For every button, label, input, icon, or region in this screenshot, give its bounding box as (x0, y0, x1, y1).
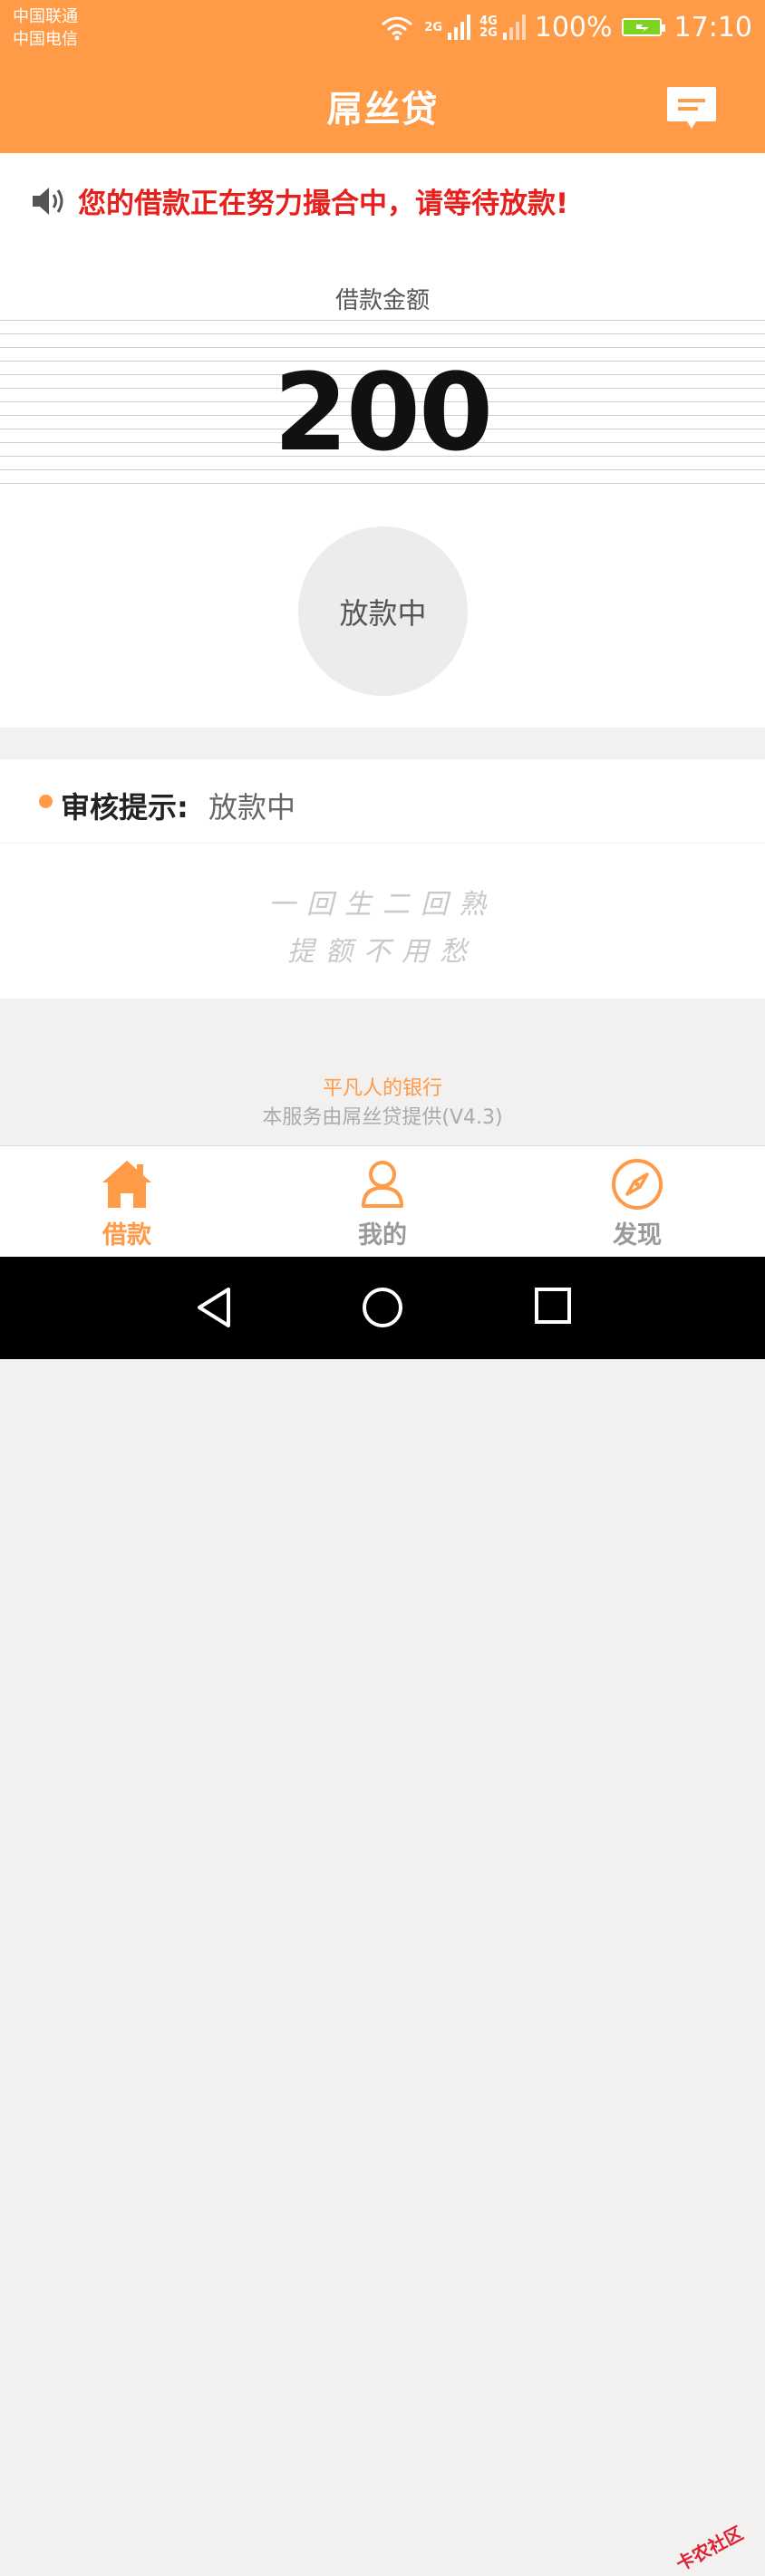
notice-text: 您的借款正在努力撮合中，请等待放款! (78, 188, 569, 220)
tab-discover-label: 发现 (613, 1221, 662, 1249)
review-row: 审核提示: 放款中 (0, 759, 765, 843)
speaker-icon (33, 187, 63, 215)
system-nav-bar: 卡农社区 (0, 1257, 765, 2575)
carrier-2: 中国电信 (13, 30, 78, 49)
slogan-line-1: 一回生二回熟 (268, 889, 497, 921)
battery-percent: 100% (534, 11, 613, 43)
app-title: 屌丝贷 (326, 89, 439, 130)
notice-bar: 您的借款正在努力撮合中，请等待放款! (31, 180, 568, 221)
user-icon (362, 1161, 403, 1208)
slogan-line-2: 提额不用愁 (287, 936, 478, 968)
amount-label: 借款金额 (334, 287, 430, 314)
carrier-1: 中国联通 (13, 7, 78, 26)
footer-note: 本服务由屌丝贷提供(V4.3) (262, 1106, 503, 1129)
clock: 17:10 (673, 11, 752, 43)
tab-bar: 借款 我的 发现 (0, 1145, 765, 1258)
network-type-2-bottom: 2G (479, 26, 498, 40)
tab-discover[interactable]: 发现 (547, 1157, 728, 1250)
tab-loan[interactable]: 借款 (36, 1157, 218, 1250)
review-value: 放款中 (208, 790, 296, 825)
signal-icon-1 (448, 14, 471, 40)
carrier-list: 中国联通 中国电信 (13, 5, 78, 51)
loan-panel: 您的借款正在努力撮合中，请等待放款! 借款金额 200 放款中 (0, 153, 765, 728)
amount-value: 200 (273, 350, 493, 475)
home-icon (102, 1161, 151, 1208)
app-header: 屌丝贷 (0, 56, 765, 153)
compass-icon (612, 1159, 663, 1210)
battery-icon (621, 18, 665, 36)
message-icon[interactable] (665, 85, 718, 132)
home-nav-icon[interactable] (361, 1286, 404, 1329)
slogan-box: 一回生二回熟 提额不用愁 (0, 844, 765, 999)
tab-mine-label: 我的 (358, 1221, 407, 1249)
review-label: 审核提示: (61, 790, 189, 825)
footer-brand: 平凡人的银行 (322, 1077, 442, 1100)
recents-icon[interactable] (533, 1286, 573, 1326)
signal-icon-2 (502, 14, 526, 40)
network-type-1: 2G (424, 20, 443, 34)
review-dot-icon (39, 795, 53, 808)
back-icon[interactable] (194, 1286, 234, 1329)
status-icons: 2G 4G 2G 100% 17:10 (379, 9, 752, 45)
wifi-icon (382, 16, 413, 41)
tab-mine[interactable]: 我的 (292, 1157, 473, 1250)
loan-status-button[interactable]: 放款中 (298, 526, 468, 696)
watermark: 卡农社区 (672, 2522, 747, 2576)
tab-loan-label: 借款 (102, 1221, 151, 1249)
network-type-2: 4G 2G (479, 15, 498, 39)
status-bar: 中国联通 中国电信 2G 4G 2G 100% 17:10 (0, 0, 765, 56)
